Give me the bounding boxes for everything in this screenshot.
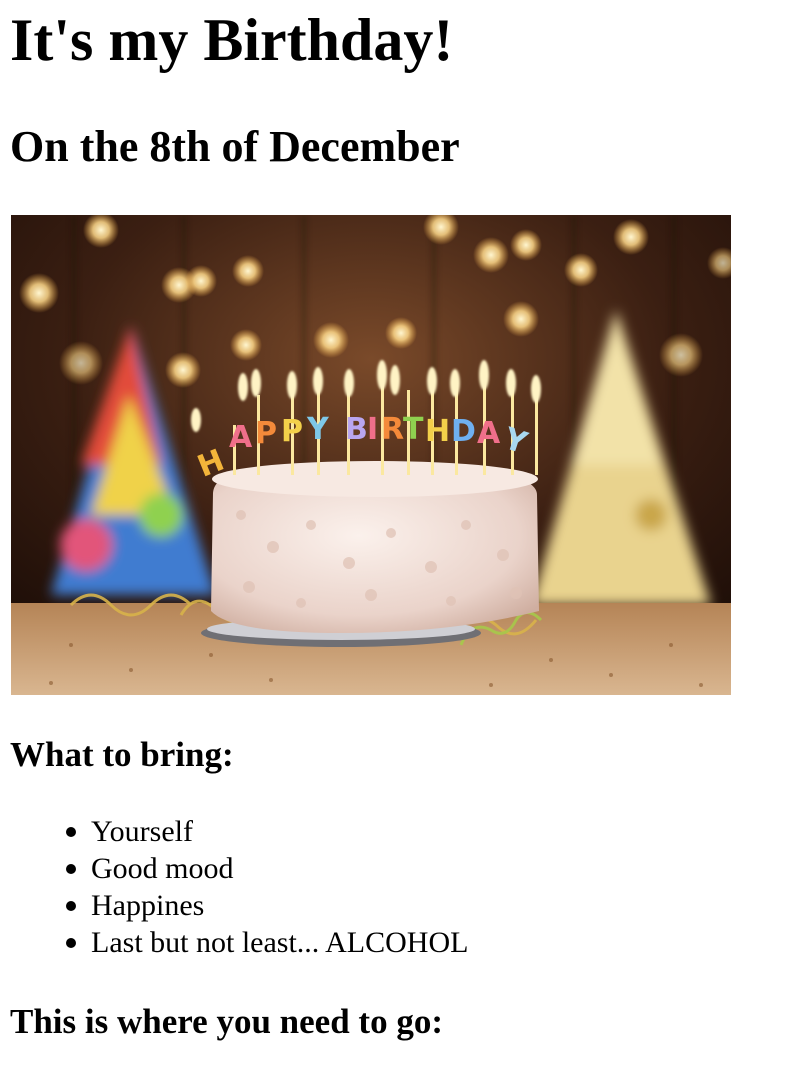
event-date-heading: On the 8th of December — [10, 122, 460, 171]
svg-text:B: B — [345, 412, 368, 447]
list-item-text: Good mood — [91, 852, 234, 885]
page-title: It's my Birthday! — [10, 7, 454, 73]
list-item: Happines — [66, 887, 468, 924]
what-to-bring-list: Yourself Good mood Happines Last but not… — [66, 813, 469, 961]
directions-heading: This is where you need to go: — [10, 1002, 443, 1041]
bullet-icon — [66, 901, 76, 911]
svg-text:H: H — [425, 414, 450, 449]
birthday-invitation-page: It's my Birthday! On the 8th of December — [0, 0, 796, 1070]
svg-text:A: A — [477, 416, 501, 451]
svg-text:P: P — [281, 414, 303, 449]
what-to-bring-heading: What to bring: — [10, 735, 234, 774]
bullet-icon — [66, 827, 76, 837]
svg-text:A: A — [229, 420, 253, 455]
bullet-icon — [66, 864, 76, 874]
svg-text:T: T — [403, 412, 424, 447]
birthday-cake-image: H A P P Y B I R T H D A Y — [11, 215, 731, 695]
list-item-text: Happines — [91, 889, 205, 922]
list-item: Good mood — [66, 850, 468, 887]
list-item: Last but not least... ALCOHOL — [66, 924, 469, 961]
svg-text:R: R — [381, 412, 404, 447]
svg-text:D: D — [451, 414, 476, 449]
svg-text:I: I — [367, 412, 378, 447]
list-item: Yourself — [66, 813, 468, 850]
list-item-text: Last but not least... ALCOHOL — [91, 926, 469, 959]
svg-text:Y: Y — [306, 412, 330, 447]
bullet-icon — [66, 938, 76, 948]
svg-text:P: P — [255, 416, 277, 451]
list-item-text: Yourself — [91, 815, 193, 848]
